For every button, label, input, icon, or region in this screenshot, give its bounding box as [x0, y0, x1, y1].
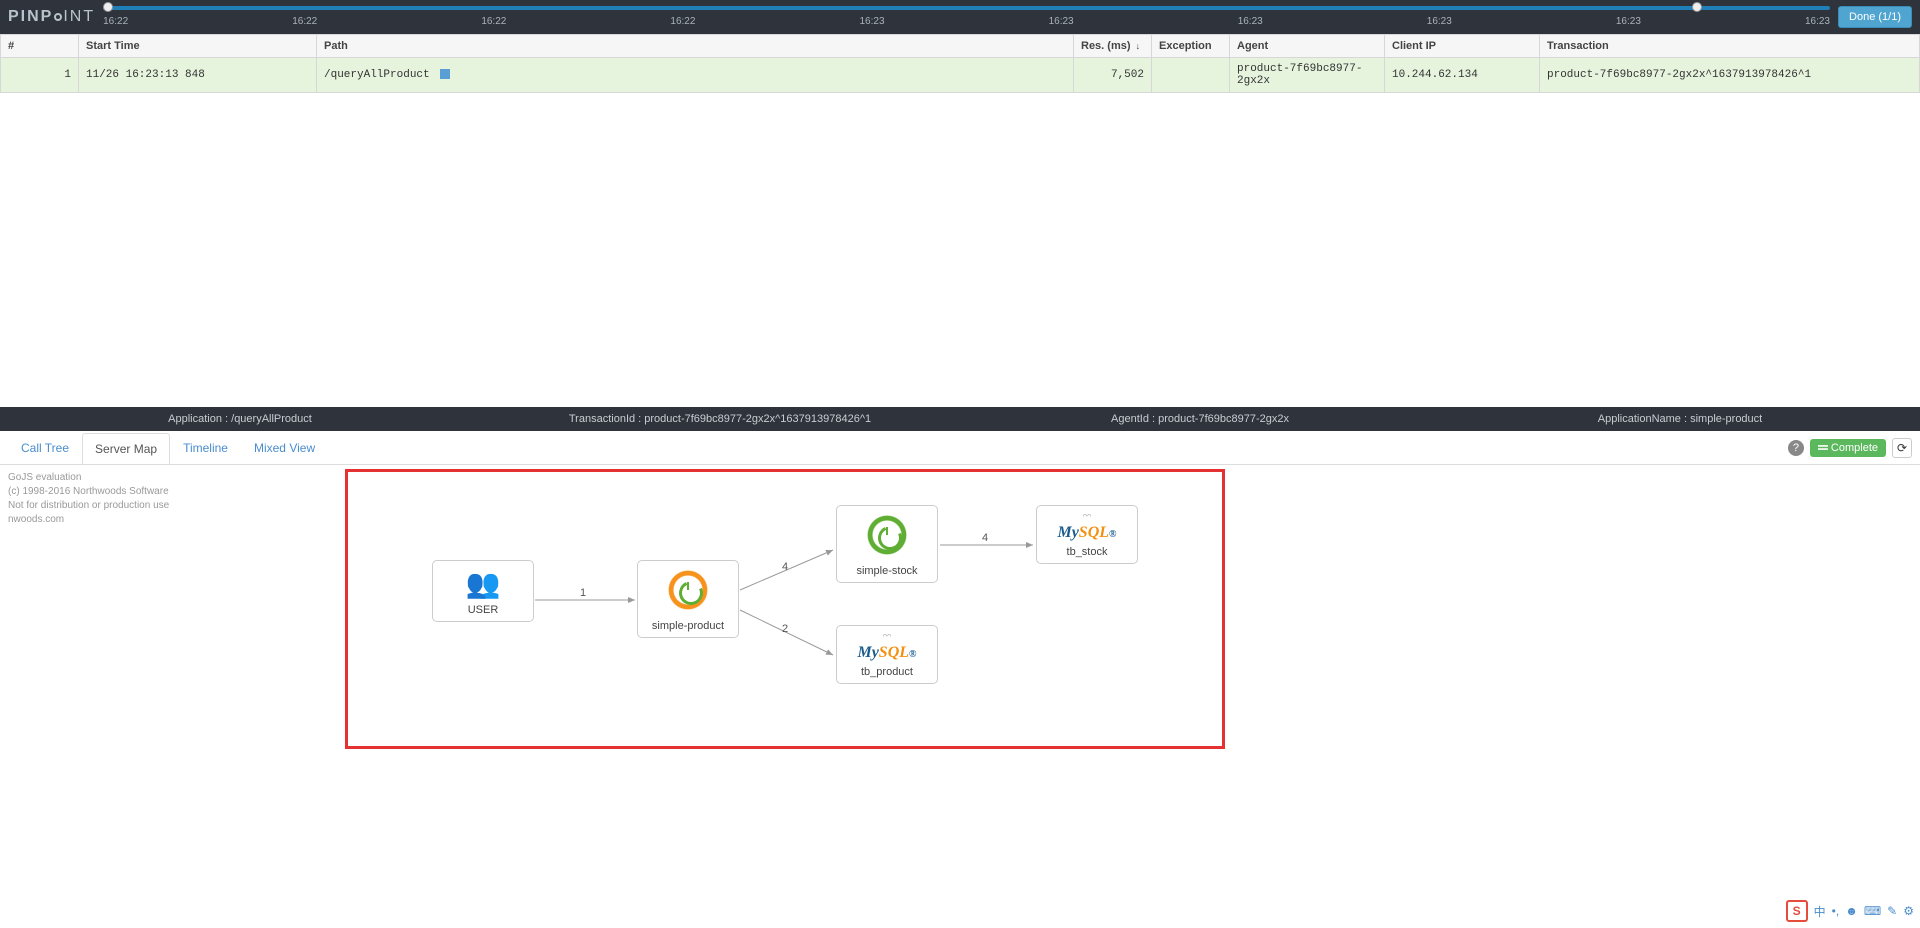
info-application-name: ApplicationName : simple-product	[1440, 407, 1920, 431]
col-res[interactable]: Res. (ms) ↓	[1074, 35, 1152, 58]
transaction-table: # Start Time Path Res. (ms) ↓ Exception …	[0, 34, 1920, 93]
ime-lang-icon[interactable]: 中	[1814, 903, 1826, 920]
table-empty-area	[0, 93, 1920, 407]
logo-text-oint: INT	[63, 8, 95, 26]
timeline-slider[interactable]: 16:22 16:22 16:22 16:22 16:23 16:23 16:2…	[103, 0, 1830, 34]
spring-boot-icon	[665, 567, 711, 613]
cell-agent: product-7f69bc8977-2gx2x	[1230, 58, 1385, 93]
app-header: PINP INT 16:22 16:22 16:22 16:22 16:23 16…	[0, 0, 1920, 34]
info-application: Application : /queryAllProduct	[0, 407, 480, 431]
edge-label: 1	[580, 587, 586, 599]
col-index[interactable]: #	[1, 35, 79, 58]
col-start-time[interactable]: Start Time	[79, 35, 317, 58]
cell-ip: 10.244.62.134	[1385, 58, 1540, 93]
user-icon: 👥	[435, 567, 531, 600]
ime-keyboard-icon[interactable]: ⌨	[1864, 904, 1881, 918]
refresh-button[interactable]: ⟳	[1892, 438, 1912, 458]
timeline-handle-end[interactable]	[1692, 2, 1702, 12]
edge-label: 2	[782, 623, 788, 635]
server-map-canvas[interactable]: GoJS evaluation (c) 1998-2016 Northwoods…	[0, 465, 1920, 765]
ime-input-icon[interactable]: ✎	[1887, 904, 1897, 918]
help-icon[interactable]: ?	[1788, 440, 1804, 456]
table-row[interactable]: 1 11/26 16:23:13 848 /queryAllProduct 7,…	[1, 58, 1920, 93]
logo-text-pin: PINP	[8, 8, 53, 26]
cell-exception	[1152, 58, 1230, 93]
transaction-info-bar: Application : /queryAllProduct Transacti…	[0, 407, 1920, 431]
cell-res: 7,502	[1074, 58, 1152, 93]
mysql-icon: ᵔᵔ	[839, 632, 935, 644]
pinpoint-logo: PINP INT	[8, 8, 95, 26]
tab-mixed-view[interactable]: Mixed View	[241, 432, 328, 463]
col-path[interactable]: Path	[317, 35, 1074, 58]
cell-start: 11/26 16:23:13 848	[79, 58, 317, 93]
detail-tabs: Call Tree Server Map Timeline Mixed View…	[0, 431, 1920, 465]
col-transaction[interactable]: Transaction	[1540, 35, 1920, 58]
tab-call-tree[interactable]: Call Tree	[8, 432, 82, 463]
ime-status-bar[interactable]: S 中 •, ☻ ⌨ ✎ ⚙	[1786, 900, 1914, 922]
sort-desc-icon: ↓	[1136, 41, 1141, 51]
info-transaction-id: TransactionId : product-7f69bc8977-2gx2x…	[480, 407, 960, 431]
logo-o-icon	[54, 13, 62, 21]
mysql-icon: ᵔᵔ	[1039, 512, 1135, 524]
gojs-watermark: GoJS evaluation (c) 1998-2016 Northwoods…	[8, 471, 169, 527]
cell-txn: product-7f69bc8977-2gx2x^1637913978426^1	[1540, 58, 1920, 93]
cell-path: /queryAllProduct	[317, 58, 1074, 93]
edge-label: 4	[982, 532, 988, 544]
info-agent-id: AgentId : product-7f69bc8977-2gx2x	[960, 407, 1440, 431]
node-tb-stock[interactable]: ᵔᵔ MySQL® tb_stock	[1036, 505, 1138, 564]
mysql-icon-text: MySQL®	[839, 644, 935, 662]
timeline-bar	[103, 6, 1830, 10]
col-exception[interactable]: Exception	[1152, 35, 1230, 58]
node-user[interactable]: 👥 USER	[432, 560, 534, 622]
node-simple-product[interactable]: simple-product	[637, 560, 739, 638]
node-simple-stock[interactable]: simple-stock	[836, 505, 938, 583]
ime-emoji-icon[interactable]: ☻	[1845, 904, 1858, 918]
done-button[interactable]: Done (1/1)	[1838, 6, 1912, 28]
tab-server-map[interactable]: Server Map	[82, 433, 170, 464]
mysql-icon-text: MySQL®	[1039, 524, 1135, 542]
col-agent[interactable]: Agent	[1230, 35, 1385, 58]
tab-timeline[interactable]: Timeline	[170, 432, 241, 463]
ime-sogou-icon[interactable]: S	[1786, 900, 1808, 922]
node-tb-product[interactable]: ᵔᵔ MySQL® tb_product	[836, 625, 938, 684]
path-type-icon	[440, 69, 450, 79]
col-client-ip[interactable]: Client IP	[1385, 35, 1540, 58]
ime-punct-icon[interactable]: •,	[1832, 904, 1840, 918]
complete-badge: Complete	[1810, 439, 1886, 457]
timeline-ticks: 16:22 16:22 16:22 16:22 16:23 16:23 16:2…	[103, 16, 1830, 27]
ime-settings-icon[interactable]: ⚙	[1903, 904, 1914, 918]
timeline-handle-start[interactable]	[103, 2, 113, 12]
spring-boot-icon	[864, 512, 910, 558]
cell-index: 1	[1, 58, 79, 93]
edge-label: 4	[782, 561, 788, 573]
